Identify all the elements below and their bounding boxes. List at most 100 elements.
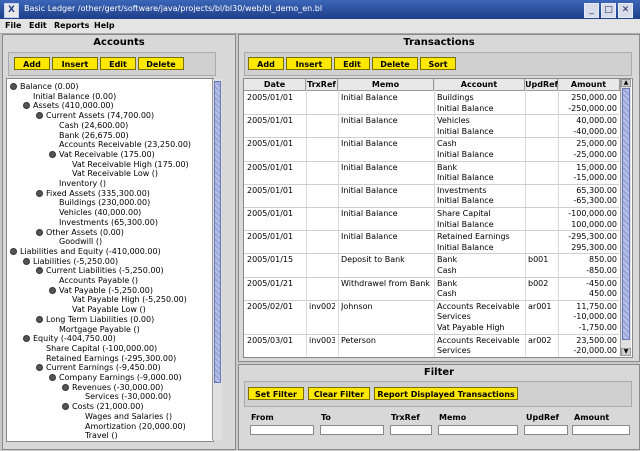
tree-node-label: Wages and Salaries (): [85, 411, 173, 421]
maximize-icon[interactable]: □: [601, 3, 616, 18]
minimize-icon[interactable]: _: [584, 3, 599, 18]
tree-expand-icon[interactable]: [49, 374, 56, 381]
tree-node[interactable]: Vat Receivable Low (): [62, 169, 158, 179]
tree-node[interactable]: Buildings (230,000.00): [49, 198, 150, 208]
accounts-tree[interactable]: Balance (0.00) Initial Balance (0.00) Asse…: [6, 78, 214, 442]
scroll-up-icon[interactable]: ▲: [621, 79, 631, 87]
table-cell: b002: [528, 278, 549, 288]
row-divider: [244, 114, 619, 116]
accounts-scroll-thumb[interactable]: [214, 81, 221, 383]
tree-node[interactable]: Vat Payable (-5,250.00): [49, 286, 153, 296]
tree-node[interactable]: Other Assets (0.00): [36, 228, 124, 238]
menu-reports[interactable]: Reports: [54, 21, 89, 30]
tree-node[interactable]: Amortization (20,000.00): [75, 422, 186, 432]
table-cell: -15,000.00: [573, 173, 617, 183]
filter-memo-input[interactable]: [438, 425, 518, 435]
accounts-edit-button[interactable]: Edit: [100, 57, 136, 70]
tree-expand-icon[interactable]: [10, 83, 17, 90]
tree-node[interactable]: Services (-30,000.00): [75, 392, 171, 402]
tree-node[interactable]: Liabilities and Equity (-410,000.00): [10, 247, 161, 257]
accounts-delete-button[interactable]: Delete: [138, 57, 184, 70]
tree-node[interactable]: Wages and Salaries (): [75, 412, 172, 422]
tree-expand-icon[interactable]: [10, 247, 17, 255]
tree-node[interactable]: Goodwill (): [49, 237, 102, 247]
filter-to-input[interactable]: [320, 425, 384, 435]
tree-node[interactable]: Travel (): [75, 431, 118, 441]
tree-node-label: Current Earnings (-9,450.00): [46, 363, 161, 373]
tree-node[interactable]: Assets (410,000.00): [23, 101, 114, 111]
tree-node[interactable]: Vat Payable High (-5,250.00): [62, 295, 187, 305]
column-header[interactable]: TrxRef: [306, 79, 338, 91]
menu-file[interactable]: File: [5, 21, 21, 30]
close-icon[interactable]: ✕: [618, 3, 633, 18]
tree-node[interactable]: Equity (-404,750.00): [23, 334, 116, 344]
set-filter-button[interactable]: Set Filter: [248, 387, 304, 400]
filter-updref-input[interactable]: [524, 425, 568, 435]
tree-node[interactable]: Long Term Liabilities (0.00): [36, 315, 154, 325]
transactions-table[interactable]: Date TrxRef Memo Account UpdRef Amount 2005/01…: [243, 78, 633, 358]
tree-node[interactable]: Accounts Payable (): [49, 276, 138, 286]
tree-node[interactable]: Vat Receivable High (175.00): [62, 160, 189, 170]
tree-node[interactable]: Accounts Receivable (23,250.00): [49, 140, 191, 150]
tree-expand-icon[interactable]: [62, 403, 69, 411]
transactions-sort-button[interactable]: Sort: [420, 57, 456, 70]
tree-node[interactable]: Bank (26,675.00): [49, 131, 129, 141]
transactions-edit-button[interactable]: Edit: [334, 57, 370, 70]
tree-node[interactable]: Current Earnings (-9,450.00): [36, 363, 161, 373]
column-header[interactable]: Date: [244, 79, 306, 91]
column-header[interactable]: Amount: [558, 79, 620, 91]
tree-node[interactable]: Cash (24,600.00): [49, 121, 128, 131]
tree-expand-icon[interactable]: [36, 364, 43, 372]
tree-expand-icon[interactable]: [49, 150, 56, 158]
tree-expand-icon[interactable]: [23, 257, 30, 265]
tree-node[interactable]: Mortgage Payable (): [49, 325, 140, 335]
transactions-scrollbar[interactable]: ▲ ▼: [620, 79, 631, 356]
accounts-insert-button[interactable]: Insert: [52, 57, 98, 70]
tree-node[interactable]: Costs (21,000.00): [62, 402, 143, 412]
clear-filter-button[interactable]: Clear Filter: [308, 387, 370, 400]
transactions-add-button[interactable]: Add: [248, 57, 284, 70]
filter-from-input[interactable]: [250, 425, 314, 435]
tree-expand-icon[interactable]: [23, 102, 30, 110]
scroll-down-icon[interactable]: ▼: [621, 348, 631, 356]
tree-node[interactable]: Inventory (): [49, 179, 106, 189]
filter-trxref-input[interactable]: [390, 425, 432, 435]
tree-node[interactable]: Investments (65,300.00): [49, 218, 158, 228]
tree-node[interactable]: Company Earnings (-9,000.00): [49, 373, 182, 383]
accounts-scrollbar[interactable]: [212, 79, 222, 440]
menu-edit[interactable]: Edit: [29, 21, 47, 30]
tree-expand-icon[interactable]: [49, 286, 56, 294]
tree-node[interactable]: Share Capital (-100,000.00): [36, 344, 157, 354]
menu-help[interactable]: Help: [94, 21, 115, 30]
tree-expand-icon[interactable]: [36, 228, 43, 236]
transactions-delete-button[interactable]: Delete: [372, 57, 418, 70]
accounts-add-button[interactable]: Add: [14, 57, 50, 70]
tree-expand-icon[interactable]: [36, 112, 43, 120]
tree-expand-icon[interactable]: [36, 189, 43, 197]
tree-node[interactable]: Current Assets (74,700.00): [36, 111, 154, 121]
transactions-insert-button[interactable]: Insert: [286, 57, 332, 70]
tree-node[interactable]: Vat Receivable (175.00): [49, 150, 155, 160]
report-displayed-button[interactable]: Report Displayed Transactions: [374, 387, 518, 400]
column-header[interactable]: UpdRef: [525, 79, 558, 91]
transactions-scroll-thumb[interactable]: [622, 88, 630, 340]
tree-node[interactable]: Vat Payable Low (): [62, 305, 146, 315]
tree-node[interactable]: Initial Balance (0.00): [23, 92, 116, 102]
tree-node[interactable]: Revenues (-30,000.00): [62, 383, 163, 393]
tree-expand-icon[interactable]: [23, 335, 30, 343]
tree-node[interactable]: Fixed Assets (335,300.00): [36, 189, 150, 199]
column-divider: [558, 79, 559, 357]
tree-node[interactable]: Current Liabilities (-5,250.00): [36, 266, 164, 276]
tree-expand-icon[interactable]: [36, 315, 43, 323]
table-cell: 2005/01/01: [247, 185, 294, 195]
tree-node[interactable]: Liabilities (-5,250.00): [23, 257, 118, 267]
tree-node[interactable]: Retained Earnings (-295,300.00): [36, 354, 176, 364]
column-header[interactable]: Account: [434, 79, 525, 91]
menu-bar: File Edit Reports Help: [0, 19, 640, 34]
column-header[interactable]: Memo: [338, 79, 434, 91]
tree-node[interactable]: Balance (0.00): [10, 82, 79, 92]
filter-amount-input[interactable]: [572, 425, 630, 435]
tree-node[interactable]: Vehicles (40,000.00): [49, 208, 141, 218]
tree-expand-icon[interactable]: [36, 267, 43, 275]
tree-expand-icon[interactable]: [62, 383, 69, 391]
